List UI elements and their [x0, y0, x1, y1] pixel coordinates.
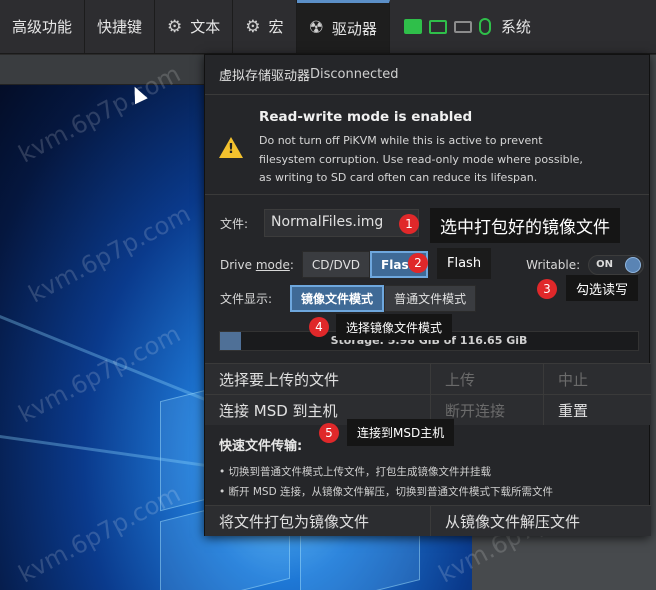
file-display-switch: 镜像文件模式 普通文件模式	[290, 285, 477, 312]
mouse-led-icon	[478, 18, 491, 35]
menu-drive-label: 驱动器	[331, 19, 377, 38]
menu-advanced[interactable]: 高级功能	[0, 0, 86, 53]
file-display-label: 文件显示:	[220, 292, 273, 306]
writable-state: ON	[596, 258, 614, 270]
menu-system[interactable]: 系统	[390, 0, 543, 53]
switch-knob	[625, 256, 642, 273]
monitor-led-icon	[428, 19, 447, 34]
menu-system-label: 系统	[500, 18, 531, 36]
annotation-marker: 2	[408, 253, 428, 273]
annotation-marker: 1	[399, 214, 419, 234]
annotation-label: Flash	[437, 248, 492, 279]
annotation-marker: 3	[537, 279, 557, 299]
menu-text-label: 文本	[190, 18, 221, 36]
writable-toggle-group: Writable: ON	[526, 254, 645, 275]
menubar: 高级功能 快捷键 ⚙ 文本 ⚙ 宏 ☢ 驱动器 系统	[0, 0, 656, 54]
writable-label: Writable:	[526, 257, 581, 272]
keyboard-led-icon	[453, 20, 472, 33]
gear-icon: ⚙	[245, 16, 261, 37]
pack-image-button[interactable]: 将文件打包为镜像文件	[205, 506, 431, 536]
file-display-row: 文件显示: 镜像文件模式 普通文件模式	[220, 285, 477, 312]
status-leds	[403, 18, 491, 35]
warning-line: Do not turn off PiKVM while this is acti…	[259, 134, 543, 147]
mode-cdrom-button[interactable]: CD/DVD	[301, 251, 371, 278]
gear-icon: ⚙	[167, 16, 183, 37]
drive-title: 虚拟存储驱动器	[219, 69, 311, 84]
menu-text[interactable]: ⚙ 文本	[155, 0, 234, 53]
menu-drive[interactable]: ☢ 驱动器	[296, 0, 390, 53]
annotation-label: 选择镜像文件模式	[336, 314, 453, 340]
annotation-label: 连接到MSD主机	[347, 419, 455, 446]
writable-switch[interactable]: ON	[588, 254, 645, 275]
unpack-image-button[interactable]: 从镜像文件解压文件	[431, 506, 651, 536]
menu-advanced-label: 高级功能	[12, 18, 73, 36]
file-select[interactable]: NormalFiles.img	[264, 209, 420, 237]
menu-macro[interactable]: ⚙ 宏	[233, 0, 297, 53]
upload-button[interactable]: 上传	[431, 364, 544, 394]
drive-mode-row: Drive mode: CD/DVD Flash Writable: ON	[220, 251, 645, 278]
drive-mode-link[interactable]: mode	[256, 258, 290, 272]
warning-line: as writing to SD card often can reduce i…	[259, 171, 538, 184]
drive-panel-header: 虚拟存储驱动器 Disconnected	[205, 55, 649, 95]
menu-shortcuts[interactable]: 快捷键	[85, 0, 156, 53]
image-mode-button[interactable]: 镜像文件模式	[290, 285, 385, 312]
drive-mode-label: Drive mode:	[220, 257, 294, 272]
choose-upload-file-button[interactable]: 选择要上传的文件	[205, 364, 431, 394]
file-label: 文件:	[220, 216, 249, 231]
upload-row: 选择要上传的文件 上传 中止	[205, 363, 651, 394]
normal-mode-button[interactable]: 普通文件模式	[384, 285, 477, 312]
drive-status: Disconnected	[310, 67, 399, 82]
menu-macro-label: 宏	[268, 18, 284, 36]
annotation-label: 选中打包好的镜像文件	[430, 208, 620, 243]
warning-icon: !	[219, 137, 243, 158]
radiation-drive-icon: ☢	[308, 18, 324, 38]
rw-warning: ! Read-write mode is enabled Do not turn…	[205, 95, 649, 195]
warning-line: filesystem corruption. Use read-only mod…	[259, 152, 583, 166]
reset-button[interactable]: 重置	[544, 395, 651, 425]
annotation-label: 勾选读写	[566, 275, 639, 301]
menu-shortcuts-label: 快捷键	[97, 18, 143, 36]
warning-title: Read-write mode is enabled	[259, 109, 473, 125]
annotation-marker: 5	[319, 423, 339, 443]
file-row: 文件: NormalFiles.img	[220, 209, 420, 237]
annotation-marker: 4	[309, 317, 329, 337]
quick-transfer-item: • 切换到普通文件模式上传文件，打包生成镜像文件并挂载	[219, 466, 492, 478]
network-led-icon	[403, 19, 422, 34]
quick-transfer-item: • 断开 MSD 连接，从镜像文件解压，切换到普通文件模式下载所需文件	[219, 486, 554, 498]
screen: kvm.6p7p.com kvm.6p7p.com kvm.6p7p.com k…	[0, 0, 656, 590]
pack-row: 将文件打包为镜像文件 从镜像文件解压文件	[205, 505, 651, 536]
abort-button[interactable]: 中止	[544, 364, 651, 394]
